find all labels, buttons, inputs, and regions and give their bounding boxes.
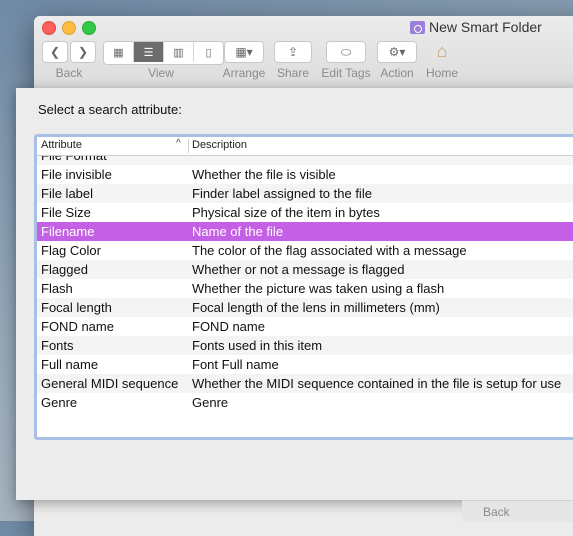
window-title: New Smart Folder (410, 19, 542, 35)
window-title-text: New Smart Folder (429, 19, 542, 35)
cell-description: FOND name (192, 319, 265, 334)
table-row-selected[interactable]: Filename Name of the file (37, 222, 573, 241)
cell-description: Fonts used in this item (192, 338, 323, 353)
cell-attribute: Focal length (41, 300, 112, 315)
table-row[interactable]: File Size Physical size of the item in by… (37, 203, 573, 222)
home-icon[interactable]: ⌂ (430, 41, 454, 63)
cell-attribute: Flash (41, 281, 73, 296)
sort-ascending-icon[interactable]: ^ (176, 138, 181, 149)
arrange-label: Arrange (222, 66, 266, 80)
cell-attribute: Flag Color (41, 243, 101, 258)
cell-attribute: FOND name (41, 319, 114, 334)
search-attribute-sheet: Select a search attribute: Attribute ^ D… (16, 88, 573, 500)
cell-description: Focal length of the lens in millimeters … (192, 300, 440, 315)
table-row[interactable]: Flagged Whether or not a message is flagg… (37, 260, 573, 279)
background-back-label: Back (483, 505, 510, 519)
cell-description: The color of the flag associated with a … (192, 243, 467, 258)
attribute-table[interactable]: Attribute ^ Description File extension h… (34, 134, 573, 440)
arrange-grid-icon: ▦▾ (235, 45, 253, 59)
cell-attribute: File invisible (41, 167, 112, 182)
cell-attribute: Flagged (41, 262, 88, 277)
cell-description: Whether or not a message is flagged (192, 262, 405, 277)
cell-description: Physical size of the item in bytes (192, 205, 380, 220)
cell-description: Whether the picture was taken using a fl… (192, 281, 445, 296)
action-button[interactable]: ⚙▾ (377, 41, 417, 63)
forward-button[interactable]: ❯ (70, 41, 96, 63)
column-header-attribute[interactable]: Attribute (41, 139, 82, 151)
cell-attribute: File Size (41, 205, 91, 220)
table-row[interactable]: Full name Font Full name (37, 355, 573, 374)
table-row[interactable]: General MIDI sequence Whether the MIDI se… (37, 374, 573, 393)
cell-attribute: Filename (41, 224, 95, 239)
list-view-icon[interactable]: ☰ (134, 42, 164, 62)
arrange-button[interactable]: ▦▾ (224, 41, 264, 63)
table-row[interactable]: Flash Whether the picture was taken using… (37, 279, 573, 298)
column-view-icon[interactable]: ▥ (164, 42, 194, 62)
back-button[interactable]: ❮ (42, 41, 68, 63)
tag-icon: ⬭ (340, 44, 352, 59)
minimize-button[interactable] (62, 21, 76, 35)
gear-icon: ⚙▾ (388, 45, 406, 59)
table-row[interactable]: Genre Genre (37, 393, 573, 412)
cell-attribute: File label (41, 186, 94, 201)
sheet-prompt: Select a search attribute: (38, 102, 182, 117)
table-body: File extension hiddenWhether the file ex… (37, 137, 573, 418)
edit-tags-button[interactable]: ⬭ (326, 41, 366, 63)
column-divider[interactable] (188, 139, 189, 153)
cover-flow-icon[interactable]: ▯ (194, 42, 223, 62)
cell-attribute: Fonts (41, 338, 74, 353)
cell-description: Genre (192, 395, 229, 410)
edit-tags-label: Edit Tags (321, 66, 371, 80)
table-row[interactable]: FOND name FOND name (37, 317, 573, 336)
view-segmented-control[interactable]: ▦ ☰ ▥ ▯ (103, 41, 224, 65)
close-button[interactable] (42, 21, 56, 35)
icon-view-icon[interactable]: ▦ (104, 42, 134, 62)
chevron-left-icon: ❮ (49, 45, 61, 59)
share-icon: ⇪ (287, 45, 299, 59)
cell-attribute: Full name (41, 357, 99, 372)
smart-folder-icon (410, 20, 425, 34)
cell-description: Name of the file (192, 224, 284, 239)
share-label: Share (276, 66, 310, 80)
share-button[interactable]: ⇪ (274, 41, 312, 63)
toolbar: New Smart Folder ❮ ❯ Back ▦ ☰ ▥ ▯ View ▦… (34, 16, 573, 89)
column-header-description[interactable]: Description (192, 139, 247, 151)
table-header: Attribute ^ Description (37, 137, 573, 156)
home-label: Home (425, 66, 458, 80)
back-label: Back (55, 66, 83, 80)
cell-description: Whether the file is visible (192, 167, 336, 182)
table-row[interactable]: File label Finder label assigned to the f… (37, 184, 573, 203)
cell-attribute: General MIDI sequence (41, 376, 179, 391)
table-row[interactable]: File invisible Whether the file is visibl… (37, 165, 573, 184)
table-row[interactable]: Fonts Fonts used in this item (37, 336, 573, 355)
view-label: View (148, 66, 174, 80)
background-window-toolbar: Back (462, 500, 573, 522)
table-row[interactable]: Focal length Focal length of the lens in … (37, 298, 573, 317)
table-row[interactable]: Flag Color The color of the flag associat… (37, 241, 573, 260)
action-label: Action (380, 66, 414, 80)
cell-description: Finder label assigned to the file (192, 186, 372, 201)
cell-description: Whether the MIDI sequence contained in t… (192, 376, 562, 391)
cell-attribute: Genre (41, 395, 78, 410)
zoom-button[interactable] (82, 21, 96, 35)
chevron-right-icon: ❯ (77, 45, 89, 59)
cell-description: Font Full name (192, 357, 279, 372)
